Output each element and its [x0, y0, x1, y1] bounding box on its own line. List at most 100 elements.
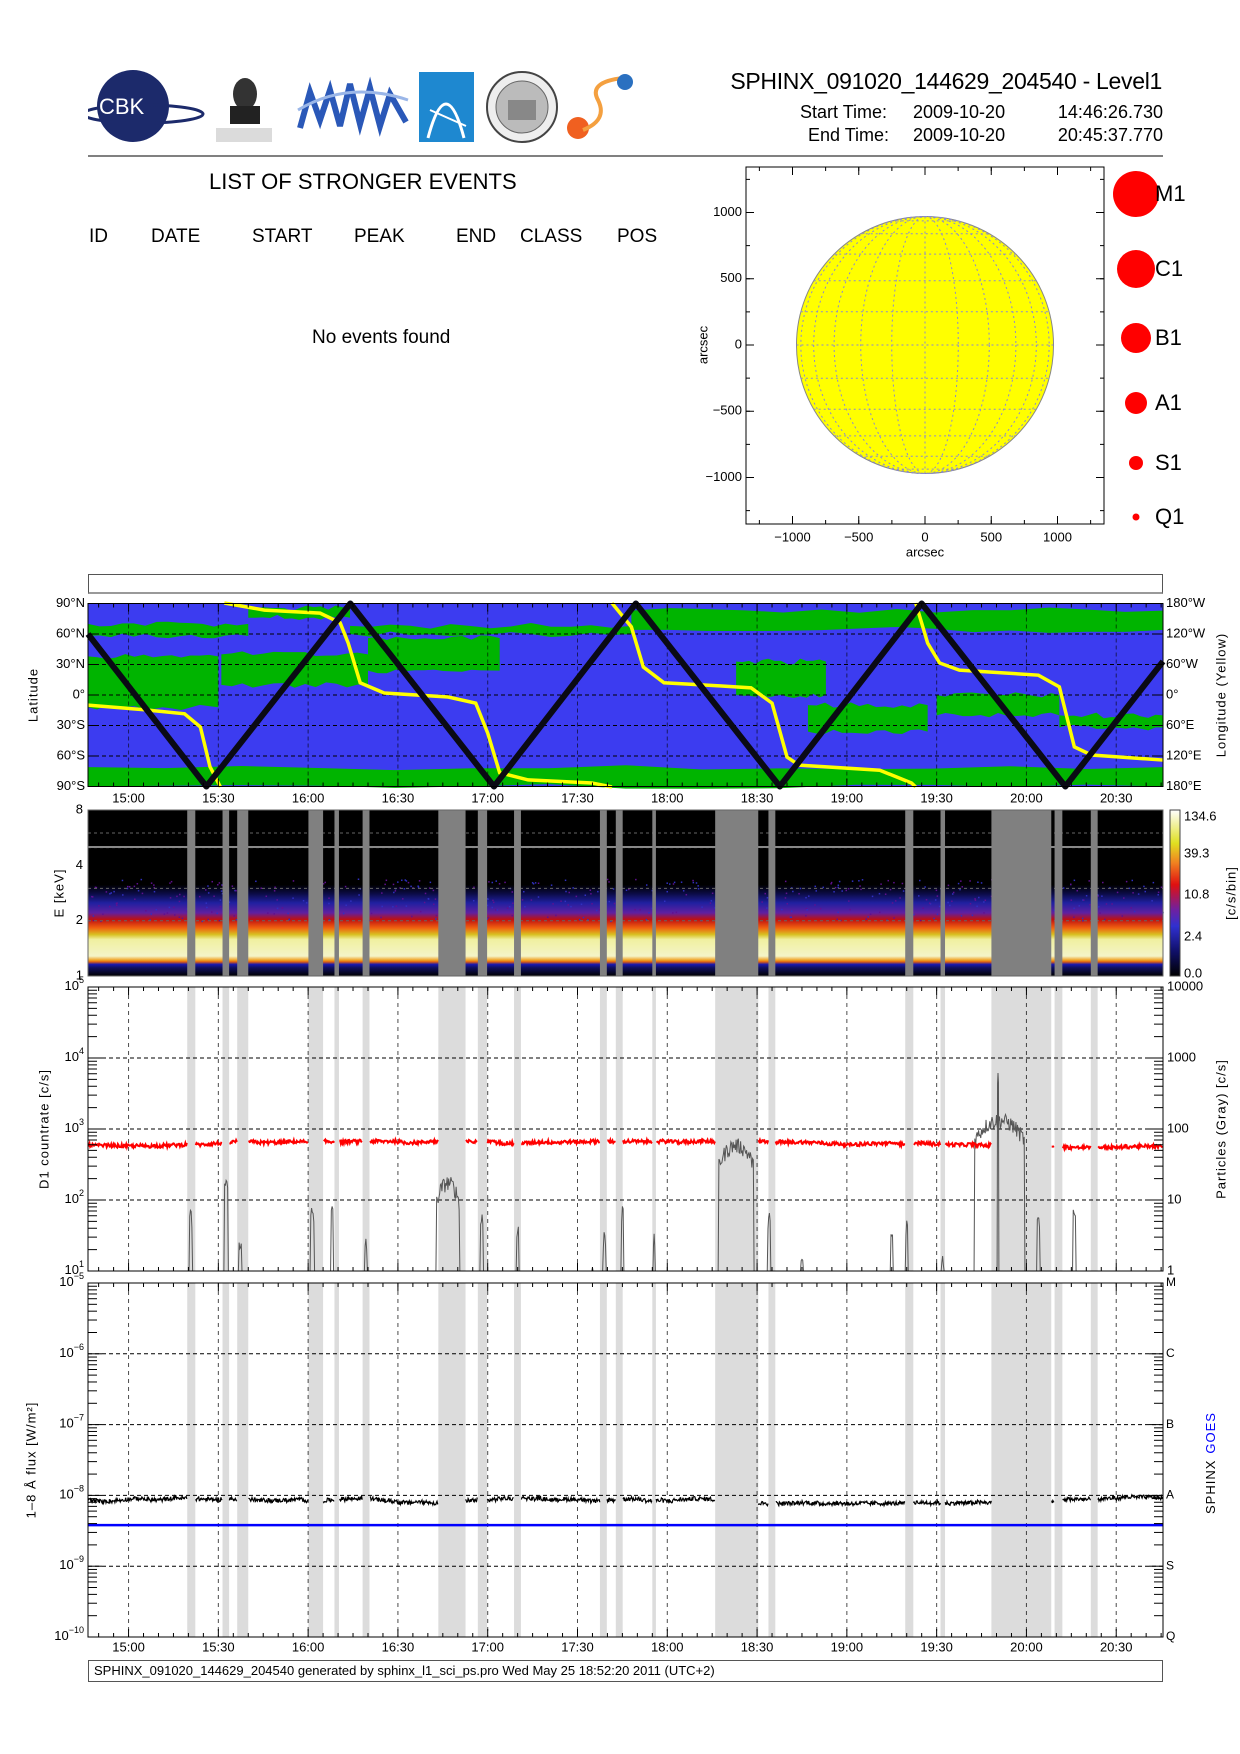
- spectrum-noise: [969, 880, 971, 882]
- spectrum-noise: [534, 882, 537, 884]
- spectrum-noise: [1073, 879, 1076, 882]
- spectrum-noise: [901, 882, 904, 885]
- data-gap: [477, 810, 488, 976]
- spectrum-noise: [276, 899, 278, 901]
- spectrum-noise: [218, 882, 221, 884]
- y-tick-label: −500: [713, 403, 742, 418]
- map-time-tick-label: 16:30: [382, 790, 415, 805]
- spectrum-noise: [838, 880, 841, 883]
- colorbar-tick-label: 39.3: [1184, 845, 1209, 860]
- particle-burst: [889, 1233, 894, 1272]
- spectrum-noise: [110, 892, 112, 894]
- data-gap: [222, 810, 230, 976]
- spectrum-noise: [178, 916, 181, 918]
- spectrum-noise: [597, 890, 599, 893]
- status-bar: [88, 574, 1163, 594]
- spectrum-noise: [582, 916, 585, 919]
- spectrum-noise: [1082, 920, 1084, 922]
- spectrum-noise: [1130, 907, 1132, 909]
- flux-tick-label: 10−6: [59, 1342, 84, 1360]
- spectrum-noise: [423, 901, 426, 904]
- spectrum-noise: [163, 913, 166, 915]
- spectrum-noise: [537, 882, 540, 885]
- spectrum-noise: [153, 884, 155, 886]
- spectrum-noise: [260, 887, 263, 890]
- spectrum-noise: [971, 914, 974, 917]
- spectrum-noise: [570, 905, 572, 908]
- spectrum-noise: [109, 893, 111, 895]
- spectrum-noise: [394, 890, 397, 892]
- flux-tick-label: 10−5: [59, 1271, 84, 1289]
- spectrum-noise: [1125, 880, 1128, 883]
- spectrum-noise: [393, 891, 395, 894]
- spectrum-noise: [267, 912, 269, 914]
- spectrum-noise: [924, 886, 926, 888]
- spectrum-noise: [1144, 890, 1146, 893]
- particles-tick-label: 100: [1167, 1120, 1189, 1135]
- spectrum-noise: [595, 909, 598, 912]
- spectrum-noise: [785, 892, 788, 895]
- spectrum-noise: [1089, 904, 1091, 906]
- spectrum-noise: [673, 881, 676, 884]
- spectrum-noise: [219, 905, 222, 908]
- data-gap: [940, 1283, 946, 1637]
- spectrum-noise: [1101, 895, 1103, 897]
- data-gap: [477, 1283, 488, 1637]
- spectrum-noise: [150, 913, 153, 915]
- spectrum-noise: [899, 897, 901, 899]
- latitude-tick-label: 60°S: [57, 747, 86, 762]
- spectrum-noise: [121, 879, 124, 882]
- spectrum-noise: [495, 880, 497, 882]
- spectrum-noise: [350, 900, 352, 902]
- spectrum-noise: [433, 903, 435, 906]
- map-time-tick-label: 20:00: [1010, 790, 1043, 805]
- countrate-plot: 1 10 100 1000 10000 D1 countrate [c/s] Particl…: [36, 978, 1228, 1277]
- spectrum-noise: [403, 888, 406, 890]
- spectrum-noise: [935, 889, 938, 892]
- tick-base: 10: [59, 1487, 73, 1502]
- spectrum-noise: [305, 902, 308, 904]
- spectrum-noise: [145, 910, 147, 912]
- spectrum-noise: [495, 909, 497, 911]
- spectrum-noise: [122, 894, 124, 896]
- spectrum-noise: [1070, 883, 1072, 886]
- colorbar-tick-label: 2.4: [1184, 928, 1202, 943]
- spectrum-noise: [1157, 891, 1160, 894]
- spectrum-noise: [645, 918, 648, 921]
- spectrum-noise: [880, 883, 882, 885]
- tick-exponent: −10: [69, 1625, 84, 1635]
- spectrum-noise: [928, 902, 931, 905]
- spectrum-noise: [572, 887, 574, 889]
- spectrum-noise: [1123, 897, 1125, 899]
- legend-label: A1: [1155, 390, 1182, 415]
- tick-exponent: 5: [79, 975, 84, 985]
- spectrum-noise: [709, 902, 712, 904]
- flux-time-tick-label: 17:30: [561, 1639, 594, 1654]
- legend-goes: GOES: [1203, 1412, 1218, 1454]
- spectrum-noise: [150, 882, 153, 884]
- spectrum-noise: [511, 914, 514, 917]
- longitude-tick-label: 180°E: [1166, 778, 1202, 793]
- colorbar-tick-label: 134.6: [1184, 808, 1217, 823]
- spectrum-noise: [977, 881, 979, 884]
- spectrum-noise: [233, 915, 236, 917]
- spectrum-noise: [140, 878, 143, 881]
- report-title: SPHINX_091020_144629_204540 - Level1: [730, 68, 1162, 94]
- spectrum-noise: [951, 893, 954, 895]
- spectrum-noise: [1121, 915, 1124, 917]
- spectrum-noise: [891, 902, 894, 904]
- spectrum-noise: [983, 901, 985, 903]
- tick-exponent: −6: [74, 1342, 84, 1352]
- seal-logo: [486, 71, 558, 143]
- spectrum-noise: [913, 913, 915, 916]
- spectrum-noise: [109, 905, 111, 908]
- spectrum-noise: [133, 885, 136, 888]
- spectrum-noise: [231, 885, 234, 887]
- spectrum-noise: [969, 902, 972, 905]
- spectrum-noise: [381, 892, 383, 894]
- start-time-label: Start Time:: [800, 102, 888, 122]
- longitude-tick-label: 60°E: [1166, 717, 1195, 732]
- data-gap: [991, 810, 1052, 976]
- spectrum-noise: [893, 917, 895, 919]
- spectrum-noise: [521, 899, 524, 901]
